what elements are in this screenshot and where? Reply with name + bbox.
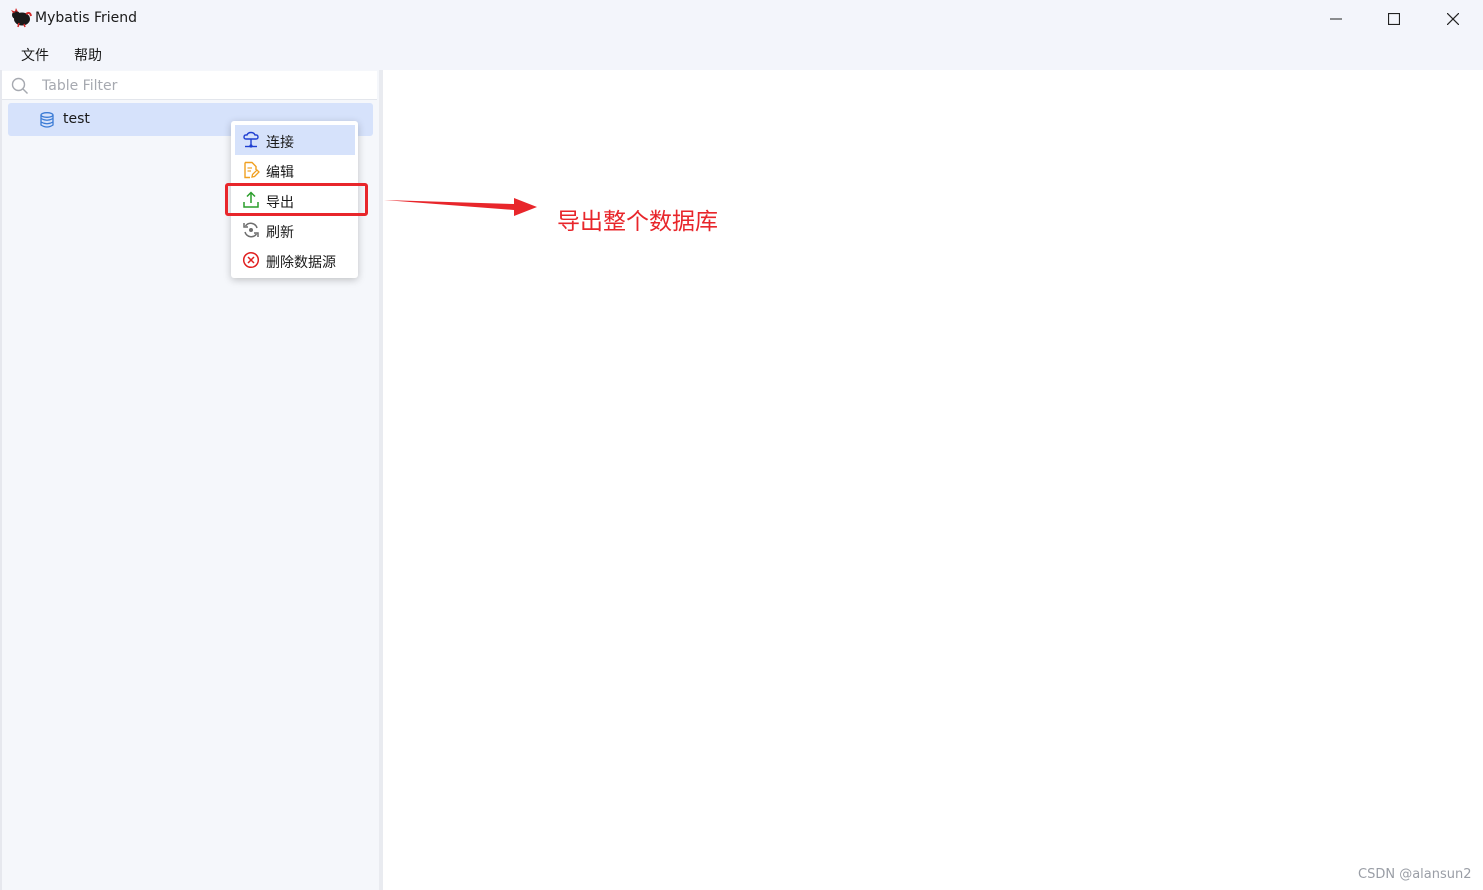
menu-help[interactable]: 帮助 [74, 45, 102, 65]
table-filter [2, 71, 377, 100]
context-menu-label: 编辑 [266, 165, 294, 181]
database-icon [40, 112, 54, 128]
maximize-icon [1388, 12, 1400, 25]
context-menu-edit[interactable]: 编辑 [235, 155, 355, 185]
title-bar: Mybatis Friend [0, 0, 1483, 37]
annotation-arrow-icon [384, 198, 537, 216]
search-icon [11, 77, 28, 94]
main-content [383, 70, 1483, 890]
close-icon [1447, 12, 1459, 25]
minimize-icon [1330, 18, 1342, 19]
tree-item-label: test [63, 111, 90, 127]
context-menu-label: 刷新 [266, 225, 294, 241]
delete-icon [242, 251, 260, 269]
minimize-button[interactable] [1307, 0, 1365, 37]
watermark: CSDN @alansun2 [1358, 867, 1472, 882]
maximize-button[interactable] [1365, 0, 1423, 37]
annotation-text: 导出整个数据库 [557, 209, 718, 235]
refresh-icon [243, 222, 259, 238]
context-menu-delete-datasource[interactable]: 删除数据源 [235, 245, 355, 275]
window-title: Mybatis Friend [35, 10, 138, 26]
close-button[interactable] [1424, 0, 1482, 37]
menu-bar: 文件 帮助 [0, 37, 1483, 70]
app-logo-icon [11, 8, 32, 28]
table-filter-input[interactable] [40, 74, 364, 98]
menu-file[interactable]: 文件 [21, 45, 49, 65]
connect-icon [243, 131, 259, 148]
export-highlight-box [225, 183, 368, 216]
edit-file-icon [244, 161, 260, 179]
context-menu-label: 删除数据源 [266, 255, 336, 271]
context-menu-refresh[interactable]: 刷新 [235, 215, 355, 245]
context-menu-label: 连接 [266, 135, 294, 151]
context-menu-connect[interactable]: 连接 [235, 125, 355, 155]
